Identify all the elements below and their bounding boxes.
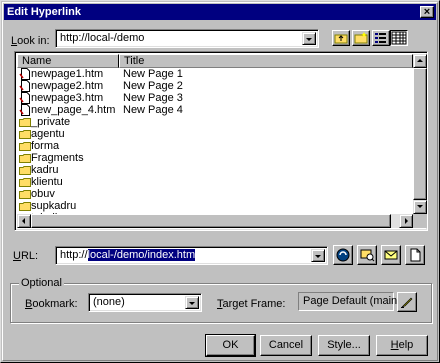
folder-icon [19,116,31,128]
list-item[interactable]: kadru [17,164,411,176]
list-item[interactable]: newpage1.htm New Page 1 [17,68,411,80]
bookmark-value: (none) [93,296,125,308]
url-value: http://local-/demo/index.htm [60,249,196,261]
file-name: newpage1.htm [31,68,104,80]
scroll-down-button[interactable] [413,200,427,214]
target-frame-edit-icon[interactable] [397,292,417,312]
list-item[interactable]: new_page_4.htm New Page 4 [17,104,411,116]
look-in-dropdown-button[interactable] [302,32,316,45]
look-in-label: Look in: [11,35,50,47]
web-browse-icon[interactable] [333,245,353,265]
list-item[interactable]: newpage2.htm New Page 2 [17,80,411,92]
file-name: newpage2.htm [31,80,104,92]
url-dropdown-button[interactable] [311,249,325,262]
bookmark-label: Bookmark: [25,298,78,310]
look-in-value: http://local-/demo [60,32,145,44]
target-frame-label: Target Frame: [217,298,286,310]
up-folder-icon[interactable] [332,30,350,46]
target-frame-field: Page Default (main) [298,292,401,311]
folder-icon [19,200,31,212]
file-title: New Page 2 [123,80,183,92]
look-in-combo[interactable]: http://local-/demo [55,29,319,48]
file-name: kadru [31,164,59,176]
url-input[interactable]: http://local-/demo/index.htm [55,246,328,265]
file-title: New Page 1 [123,68,183,80]
column-header-name[interactable]: Name [17,54,119,68]
list-item[interactable]: supkadru [17,200,411,212]
file-name: supkadru [31,200,77,212]
folder-icon [19,164,31,176]
folder-icon [19,128,31,140]
list-item[interactable]: newpage3.htm New Page 3 [17,92,411,104]
dialog-title: Edit Hyperlink [7,6,81,18]
list-item[interactable]: _private [17,116,411,128]
folder-icon [19,188,31,200]
scroll-corner [413,214,427,228]
vertical-scrollbar[interactable] [413,54,427,214]
horizontal-scroll-thumb[interactable] [31,214,391,228]
column-header-title[interactable]: Title [119,54,413,68]
list-item[interactable]: agentu [17,128,411,140]
file-name: newpage3.htm [31,92,104,104]
html-page-icon [19,80,30,92]
html-page-icon [19,104,30,116]
file-title: New Page 4 [123,104,183,116]
title-bar: Edit Hyperlink × [4,4,436,20]
new-page-icon[interactable] [405,245,425,265]
list-item[interactable]: obuv [17,188,411,200]
new-folder-icon[interactable] [352,30,370,46]
list-item[interactable]: klientu [17,176,411,188]
help-button[interactable]: Help [376,335,428,356]
details-view-icon[interactable] [390,30,408,46]
cancel-button[interactable]: Cancel [260,335,312,356]
html-page-icon [19,68,30,80]
optional-group-title: Optional [19,277,64,289]
vertical-scroll-thumb[interactable] [413,68,427,200]
ok-button[interactable]: OK [205,334,256,357]
file-name: Fragments [31,152,84,164]
folder-icon [19,176,31,188]
scroll-right-button[interactable] [399,214,413,228]
folder-icon [19,140,31,152]
url-label: URL: [13,250,39,262]
file-name: klientu [31,176,63,188]
file-name: obuv [31,188,55,200]
email-link-icon[interactable] [381,245,401,265]
file-list[interactable]: Name Title newpage1.htm New Page 1 newpage… [14,51,428,231]
file-name: new_page_4.htm [31,104,116,116]
file-title: New Page 3 [123,92,183,104]
edit-hyperlink-dialog: Edit Hyperlink × Look in: http://local-/… [0,0,440,363]
list-item[interactable]: Fragments [17,152,411,164]
close-button[interactable]: × [420,6,434,18]
file-name: _private [31,116,71,128]
html-page-icon [19,92,30,104]
bookmark-select[interactable]: (none) [88,293,202,312]
scroll-up-button[interactable] [413,54,427,68]
horizontal-scrollbar[interactable] [17,214,413,228]
scroll-left-button[interactable] [17,214,31,228]
bookmark-dropdown-button[interactable] [185,296,199,309]
file-name: agentu [31,128,65,140]
list-item[interactable]: forma [17,140,411,152]
list-view-icon[interactable] [372,30,390,46]
folder-icon [19,152,31,164]
style-button[interactable]: Style... [318,335,370,356]
file-name: forma [31,140,60,152]
file-browse-icon[interactable] [357,245,377,265]
target-frame-value: Page Default (main) [303,295,401,307]
